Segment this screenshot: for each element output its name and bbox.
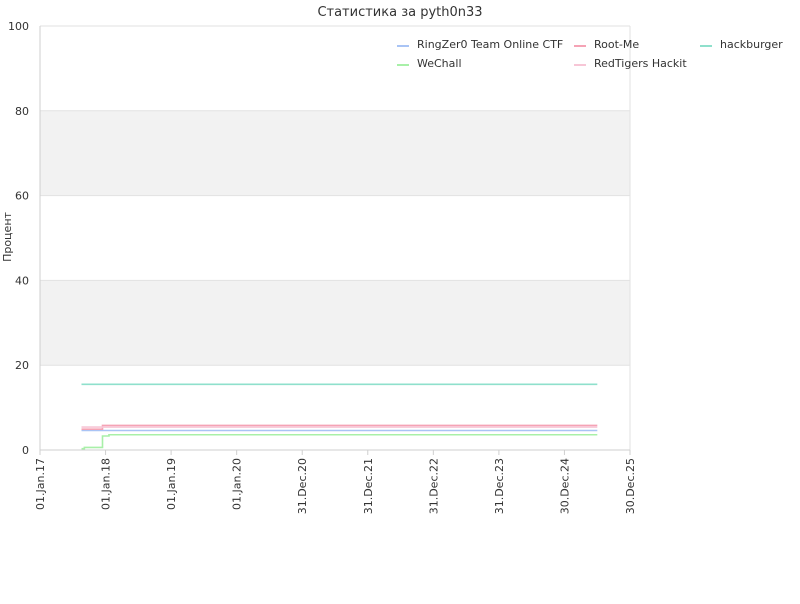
chart: Статистика за pyth0n33 Процент 0 20 40 60 80… [0, 0, 800, 600]
x-tick-label: 31.Dec.22 [427, 458, 440, 514]
x-tick-label: 01.Jan.17 [34, 458, 47, 510]
grid-band [40, 110, 630, 196]
legend: RingZer0 Team Online CTF WeChall Root-Me Re… [397, 38, 783, 70]
y-tick-label: 20 [15, 359, 29, 372]
x-tick-label: 01.Jan.20 [231, 458, 244, 510]
legend-item: WeChall [397, 57, 462, 70]
y-tick-label: 0 [22, 444, 29, 457]
x-tick-label: 01.Jan.19 [165, 458, 178, 510]
x-tick-label: 31.Dec.23 [493, 458, 506, 514]
x-tick-label: 31.Dec.20 [296, 458, 309, 514]
legend-label: RedTigers Hackit [594, 57, 687, 70]
x-tick-label: 30.Dec.25 [624, 458, 637, 514]
legend-label: Root-Me [594, 38, 639, 51]
y-tick-label: 40 [15, 274, 29, 287]
series-line [81, 433, 598, 450]
legend-label: hackburger [720, 38, 783, 51]
gridlines [40, 25, 630, 451]
x-tick-label: 30.Dec.24 [558, 458, 571, 514]
axes [39, 26, 631, 451]
legend-label: RingZer0 Team Online CTF [417, 38, 563, 51]
grid-band [40, 280, 630, 366]
x-axis-ticks: 01.Jan.17 01.Jan.18 01.Jan.19 01.Jan.20 31.D… [34, 450, 637, 514]
x-tick-label: 31.Dec.21 [362, 458, 375, 514]
y-tick-label: 100 [8, 20, 29, 33]
legend-item: hackburger [700, 38, 783, 51]
legend-label: WeChall [417, 57, 462, 70]
y-tick-label: 60 [15, 190, 29, 203]
legend-item: RingZer0 Team Online CTF [397, 38, 563, 51]
y-tick-label: 80 [15, 105, 29, 118]
grid-bands [40, 110, 630, 366]
series-lines [81, 383, 598, 450]
legend-item: Root-Me [574, 38, 639, 51]
x-tick-label: 01.Jan.18 [100, 458, 113, 510]
chart-title: Статистика за pyth0n33 [317, 5, 482, 20]
y-axis-label: Процент [1, 211, 14, 261]
legend-item: RedTigers Hackit [574, 57, 687, 70]
line-chart: Статистика за pyth0n33 Процент 0 20 40 60 80… [1, 5, 783, 514]
